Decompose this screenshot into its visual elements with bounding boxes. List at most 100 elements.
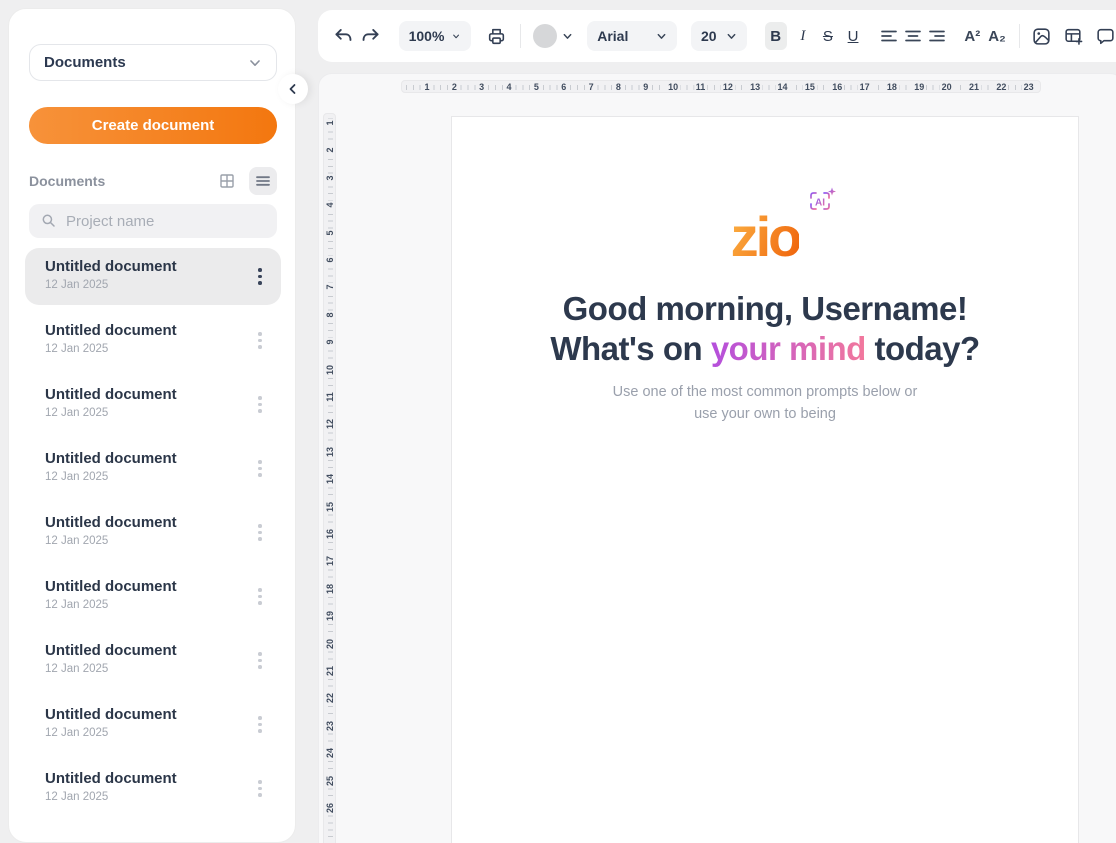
document-options-button[interactable] [251, 520, 269, 546]
document-options-button[interactable] [251, 584, 269, 610]
ruler-mark: 5 [325, 228, 335, 237]
document-list-item[interactable]: Untitled document 12 Jan 2025 [25, 248, 281, 305]
subscript-button[interactable]: A₂ [988, 28, 1006, 45]
zoom-select[interactable]: 100% [399, 21, 471, 51]
documents-section-title: Documents [29, 173, 205, 189]
color-swatch [533, 24, 557, 48]
toolbar-separator [1019, 24, 1020, 48]
document-date: 12 Jan 2025 [45, 599, 241, 611]
document-page[interactable]: zio AI [451, 116, 1079, 843]
document-title: Untitled document [45, 322, 241, 339]
text-color-picker[interactable] [533, 24, 573, 48]
document-list-item[interactable]: Untitled document 12 Jan 2025 [25, 632, 281, 689]
document-list-item[interactable]: Untitled document 12 Jan 2025 [25, 312, 281, 369]
ruler-mark: 16 [830, 82, 844, 92]
ruler-mark: 9 [325, 338, 335, 347]
ruler-mark: 14 [776, 82, 790, 92]
chevron-down-icon [656, 31, 667, 42]
ai-badge-icon: AI [807, 187, 837, 217]
document-list-item[interactable]: Untitled document 12 Jan 2025 [25, 504, 281, 561]
ruler-mark: 17 [325, 554, 335, 568]
insert-table-button[interactable] [1061, 22, 1085, 50]
font-family-select[interactable]: Arial [587, 21, 677, 51]
ruler-mark: 12 [325, 417, 335, 431]
align-center-button[interactable] [902, 23, 924, 49]
document-title: Untitled document [45, 386, 241, 403]
comment-icon [1095, 26, 1116, 47]
document-date: 12 Jan 2025 [45, 791, 241, 803]
ruler-mark: 24 [325, 746, 335, 760]
ruler-mark: 19 [325, 609, 335, 623]
superscript-button[interactable]: A² [964, 28, 980, 45]
document-date: 12 Jan 2025 [45, 471, 241, 483]
document-title: Untitled document [45, 258, 241, 275]
ruler-mark: 1 [422, 82, 431, 92]
document-list-item[interactable]: Untitled document 12 Jan 2025 [25, 376, 281, 433]
ruler-mark: 25 [325, 774, 335, 788]
underline-button[interactable]: U [842, 22, 864, 50]
align-left-icon [879, 26, 899, 46]
zio-logo: zio AI [731, 209, 800, 265]
ruler-mark: 15 [803, 82, 817, 92]
editor-canvas: 1234567891011121314151617181920212223 12… [318, 73, 1116, 843]
align-left-button[interactable] [878, 23, 900, 49]
document-title: Untitled document [45, 706, 241, 723]
document-options-button[interactable] [251, 776, 269, 802]
document-list: Untitled document 12 Jan 2025 Untitled d… [25, 248, 281, 824]
bold-button[interactable]: B [765, 22, 787, 50]
insert-image-button[interactable] [1030, 22, 1054, 50]
ruler-mark: 17 [858, 82, 872, 92]
document-date: 12 Jan 2025 [45, 663, 241, 675]
list-view-button[interactable] [249, 167, 277, 195]
list-icon [255, 173, 271, 189]
create-document-button[interactable]: Create document [29, 107, 277, 144]
document-list-item[interactable]: Untitled document 12 Jan 2025 [25, 760, 281, 817]
font-size-select[interactable]: 20 [691, 21, 747, 51]
align-right-icon [927, 26, 947, 46]
document-options-button[interactable] [251, 456, 269, 482]
ruler-mark: 14 [325, 472, 335, 486]
redo-button[interactable] [359, 22, 383, 50]
align-right-button[interactable] [926, 23, 948, 49]
table-add-icon [1063, 26, 1084, 47]
collection-selector-label: Documents [44, 54, 126, 71]
italic-button[interactable]: I [792, 22, 814, 50]
chevron-down-icon [726, 31, 737, 42]
greeting-highlight: your mind [711, 330, 866, 367]
ruler-mark: 18 [885, 82, 899, 92]
document-options-button[interactable] [251, 648, 269, 674]
document-list-item[interactable]: Untitled document 12 Jan 2025 [25, 440, 281, 497]
strikethrough-button[interactable]: S [817, 22, 839, 50]
ruler-mark: 7 [587, 82, 596, 92]
greeting-subtitle: Use one of the most common prompts below… [452, 382, 1078, 426]
greeting-heading: Good morning, Username! What's on your m… [452, 289, 1078, 369]
ruler-mark: 22 [325, 691, 335, 705]
ruler-mark: 4 [505, 82, 514, 92]
ruler-mark: 12 [721, 82, 735, 92]
ruler-mark: 8 [325, 310, 335, 319]
comment-button[interactable] [1093, 22, 1116, 50]
sidebar-collapse-button[interactable] [278, 74, 308, 104]
undo-button[interactable] [331, 22, 355, 50]
documents-sidebar: Documents Create document Documents Unti… [8, 8, 296, 843]
horizontal-ruler[interactable]: 1234567891011121314151617181920212223 [401, 80, 1041, 93]
document-options-button[interactable] [251, 712, 269, 738]
document-date: 12 Jan 2025 [45, 407, 241, 419]
document-options-button[interactable] [251, 392, 269, 418]
ruler-mark: 3 [477, 82, 486, 92]
collection-selector[interactable]: Documents [29, 44, 277, 81]
ruler-mark: 21 [967, 82, 981, 92]
greeting-line2: What's on your mind today? [452, 329, 1078, 369]
ruler-mark: 2 [325, 146, 335, 155]
search-input[interactable] [66, 213, 265, 230]
document-search[interactable] [29, 204, 277, 238]
document-list-item[interactable]: Untitled document 12 Jan 2025 [25, 568, 281, 625]
grid-view-button[interactable] [213, 167, 241, 195]
vertical-ruler[interactable]: 1234567891011121314151617181920212223242… [323, 113, 336, 843]
print-button[interactable] [485, 22, 509, 50]
document-options-button[interactable] [251, 328, 269, 354]
ruler-mark: 9 [641, 82, 650, 92]
document-options-button[interactable] [251, 264, 269, 290]
image-icon [1031, 26, 1052, 47]
document-list-item[interactable]: Untitled document 12 Jan 2025 [25, 696, 281, 753]
